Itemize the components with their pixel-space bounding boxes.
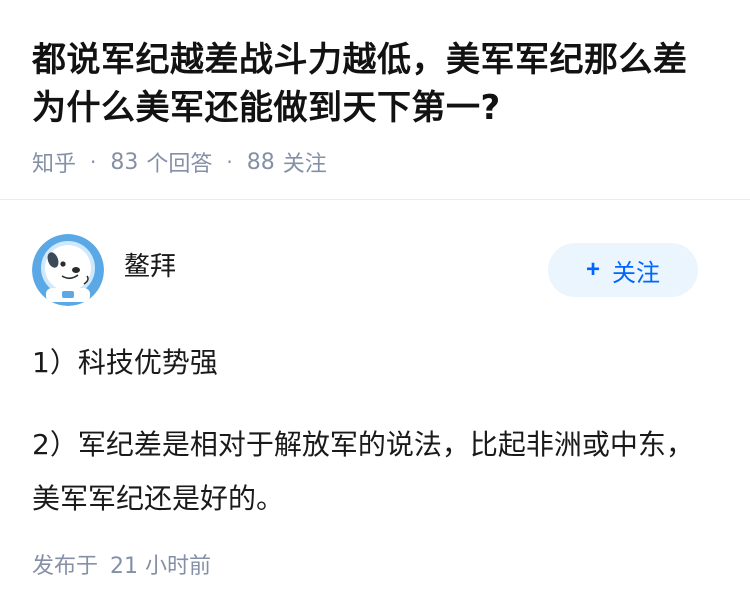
follow-button[interactable]: + 关注 (548, 243, 698, 297)
published-label: 发布于 (32, 554, 99, 579)
follower-count-label[interactable]: 关注 (283, 146, 327, 178)
follower-count: 88 (246, 149, 275, 175)
plus-icon: + (585, 256, 600, 283)
answer-paragraph: 2）军纪差是相对于解放军的说法，比起非洲或中东，美军军纪还是好的。 (32, 428, 694, 515)
question-meta: 知乎 · 83 个回答 · 88 关注 (32, 146, 718, 178)
answer-count-label[interactable]: 个回答 (146, 146, 212, 178)
publish-info: 发布于 21 小时前 (32, 548, 211, 580)
answer-card: 鳌拜 + 关注 1）科技优势强 2）军纪差是相对于解放军的说法，比起非洲或中东，… (0, 200, 750, 526)
astronaut-dog-avatar-icon (32, 234, 104, 306)
published-time: 21 小时前 (110, 554, 212, 579)
answer-count: 83 (110, 149, 139, 175)
question-header: 都说军纪越差战斗力越低，美军军纪那么差为什么美军还能做到天下第一? 知乎 · 8… (0, 0, 750, 200)
question-title[interactable]: 都说军纪越差战斗力越低，美军军纪那么差为什么美军还能做到天下第一? (32, 36, 718, 132)
follow-button-label: 关注 (612, 259, 660, 287)
answer-content: 1）科技优势强 2）军纪差是相对于解放军的说法，比起非洲或中东，美军军纪还是好的… (32, 336, 718, 526)
meta-separator: · (90, 150, 97, 174)
meta-separator: · (226, 150, 233, 174)
avatar[interactable] (32, 234, 104, 306)
source-label[interactable]: 知乎 (32, 146, 76, 178)
author-row: 鳌拜 + 关注 (32, 232, 718, 308)
author-name[interactable]: 鳌拜 (124, 246, 176, 283)
answer-paragraph: 1）科技优势强 (32, 346, 218, 379)
